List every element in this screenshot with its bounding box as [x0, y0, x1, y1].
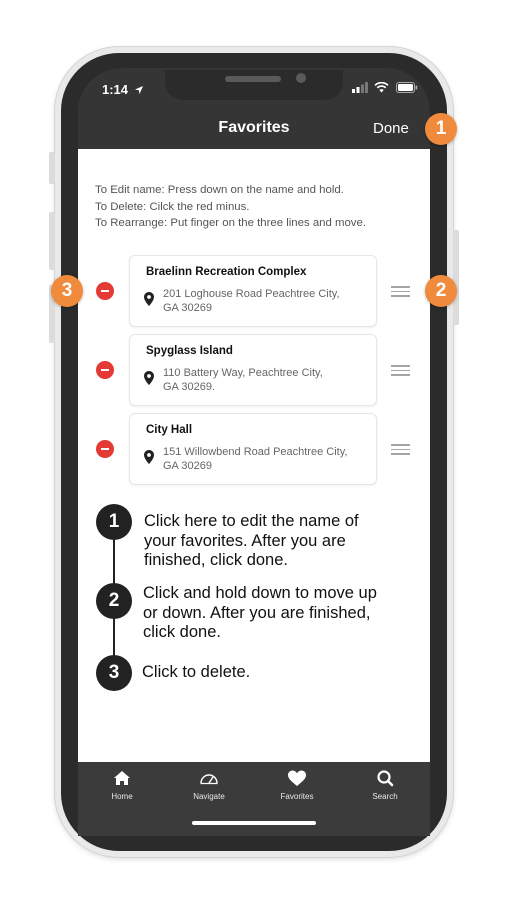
tab-home[interactable]: Home [90, 768, 154, 801]
callout-badge-2: 2 [425, 275, 457, 307]
location-pin-icon [144, 450, 154, 464]
power-button [453, 230, 459, 325]
mute-switch [49, 152, 55, 184]
instruction-rearrange: To Rearrange: Put finger on the three li… [95, 217, 367, 229]
step-line-text: your favorites. After you are [144, 531, 346, 550]
status-time: 1:14 [102, 82, 144, 97]
favorite-name[interactable]: Braelinn Recreation Complex [146, 266, 306, 278]
location-pin-icon [144, 371, 154, 385]
instruction-delete: To Delete: Cilck the red minus. [95, 200, 250, 213]
step-line-text: finished, click done. [144, 551, 288, 569]
tab-label: Favorites [280, 792, 314, 801]
drag-handle[interactable] [391, 365, 410, 376]
favorite-card[interactable]: Spyglass Island 110 Battery Way, Peachtr… [129, 334, 377, 406]
step-3-text: Click to delete. [142, 663, 250, 683]
drag-handle[interactable] [391, 286, 410, 297]
step-number-2: 2 [96, 583, 132, 619]
address-line: 151 Willowbend Road Peachtree City, [163, 446, 348, 458]
drag-handle[interactable] [391, 444, 410, 455]
favorite-address: 151 Willowbend Road Peachtree City, GA 3… [163, 445, 347, 473]
callout-badge-3: 3 [51, 275, 83, 307]
delete-favorite-button[interactable] [96, 440, 114, 458]
signal-icon [352, 82, 368, 93]
tab-label: Search [372, 792, 398, 801]
address-line: GA 30269 [163, 302, 212, 314]
step-line-text: click done. [143, 623, 221, 641]
instruction-edit: To Edit name: Press down on the name and… [95, 184, 344, 196]
step-line-text: Click here to edit the name of [144, 512, 359, 530]
favorite-card[interactable]: Braelinn Recreation Complex 201 Loghouse… [129, 255, 377, 327]
delete-favorite-button[interactable] [96, 282, 114, 300]
step-line-text: Click to delete. [142, 663, 251, 681]
search-icon [377, 770, 394, 787]
tab-label: Navigate [193, 792, 225, 801]
favorite-address: 110 Battery Way, Peachtree City, GA 3026… [163, 366, 323, 394]
favorite-name[interactable]: City Hall [146, 424, 192, 436]
step-line-text: Click and hold down to move up [143, 584, 377, 602]
speaker [225, 76, 281, 82]
front-camera [296, 73, 306, 83]
step-number-3: 3 [96, 655, 132, 691]
volume-up-button [49, 212, 55, 270]
address-line: 110 Battery Way, Peachtree City, [163, 367, 323, 379]
battery-icon [395, 82, 417, 93]
location-arrow-icon [134, 86, 143, 94]
done-button[interactable]: Done [373, 120, 409, 137]
step-2-text: Click and hold down to move up or down. … [143, 584, 377, 643]
wifi-icon [374, 81, 389, 93]
status-icons [352, 81, 418, 96]
instructions: To Edit name: Press down on the name and… [95, 182, 366, 232]
favorite-address: 201 Loghouse Road Peachtree City, GA 302… [163, 287, 340, 315]
address-line: GA 30269. [163, 381, 215, 393]
location-pin-icon [144, 292, 154, 306]
step-number-1: 1 [96, 504, 132, 540]
home-indicator[interactable] [192, 821, 316, 825]
tab-label: Home [111, 792, 133, 801]
address-line: 201 Loghouse Road Peachtree City, [163, 288, 340, 300]
home-icon [114, 771, 130, 785]
speedometer-icon [200, 774, 218, 785]
address-line: GA 30269 [163, 460, 212, 472]
status-time-text: 1:14 [102, 82, 129, 97]
page-title: Favorites [218, 119, 290, 136]
delete-favorite-button[interactable] [96, 361, 114, 379]
favorite-name[interactable]: Spyglass Island [146, 345, 233, 357]
tab-navigate[interactable]: Navigate [177, 768, 241, 801]
favorite-card[interactable]: City Hall 151 Willowbend Road Peachtree … [129, 413, 377, 485]
step-line-text: or down. After you are finished, [143, 603, 371, 622]
tab-favorites[interactable]: Favorites [265, 768, 329, 801]
callout-badge-1: 1 [425, 113, 457, 145]
notch [165, 70, 343, 100]
step-1-text: Click here to edit the name of your favo… [144, 512, 359, 571]
tab-search[interactable]: Search [353, 768, 417, 801]
heart-icon [288, 770, 306, 786]
